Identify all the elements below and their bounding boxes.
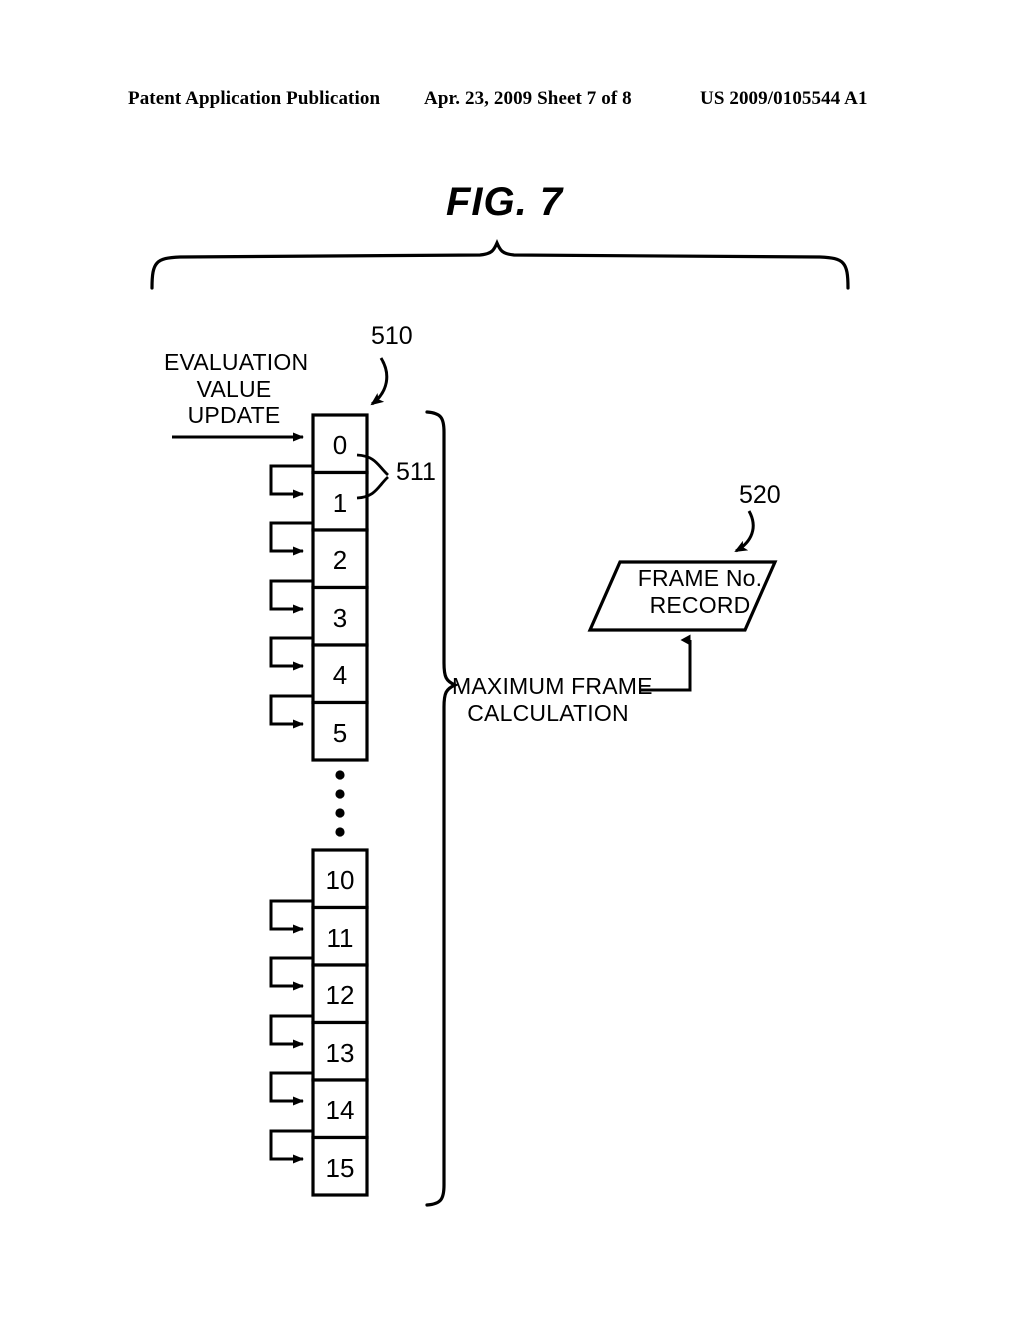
maximum-frame-brace xyxy=(425,410,459,1207)
array-cells-lower xyxy=(311,848,369,1197)
feedback-hooks-upper xyxy=(269,464,313,729)
array-cells-upper xyxy=(311,413,369,762)
ellipsis-dots xyxy=(335,770,345,837)
frame-no-record-label: FRAME No. RECORD xyxy=(637,565,763,618)
array-cell-14: 14 xyxy=(325,1095,355,1125)
patent-drawing-page: Patent Application Publication Apr. 23, … xyxy=(0,0,1024,1320)
array-cell-12: 12 xyxy=(325,980,355,1010)
array-cell-0: 0 xyxy=(332,430,348,460)
evaluation-value-update-label: EVALUATION VALUE UPDATE xyxy=(164,349,309,429)
array-cell-2: 2 xyxy=(332,545,348,575)
array-cell-11: 11 xyxy=(326,922,354,953)
array-cell-3: 3 xyxy=(332,602,348,633)
ref-520-label: 520 xyxy=(739,481,781,509)
array-cell-15: 15 xyxy=(325,1152,355,1183)
ref-510-leader xyxy=(370,357,389,406)
array-cell-5: 5 xyxy=(332,717,348,748)
top-brace xyxy=(150,238,850,290)
ref-520-leader xyxy=(734,510,755,553)
array-cell-4: 4 xyxy=(332,660,348,690)
array-cell-1: 1 xyxy=(332,487,348,518)
ref-510-label: 510 xyxy=(371,322,413,350)
figure-linework xyxy=(150,238,850,1207)
ref-511-label: 511 xyxy=(396,458,436,486)
maximum-frame-calculation-label: MAXIMUM FRAME CALCULATION xyxy=(452,673,653,726)
feedback-hooks-lower xyxy=(269,899,313,1164)
array-cell-13: 13 xyxy=(325,1037,355,1068)
array-cell-10: 10 xyxy=(325,865,355,895)
